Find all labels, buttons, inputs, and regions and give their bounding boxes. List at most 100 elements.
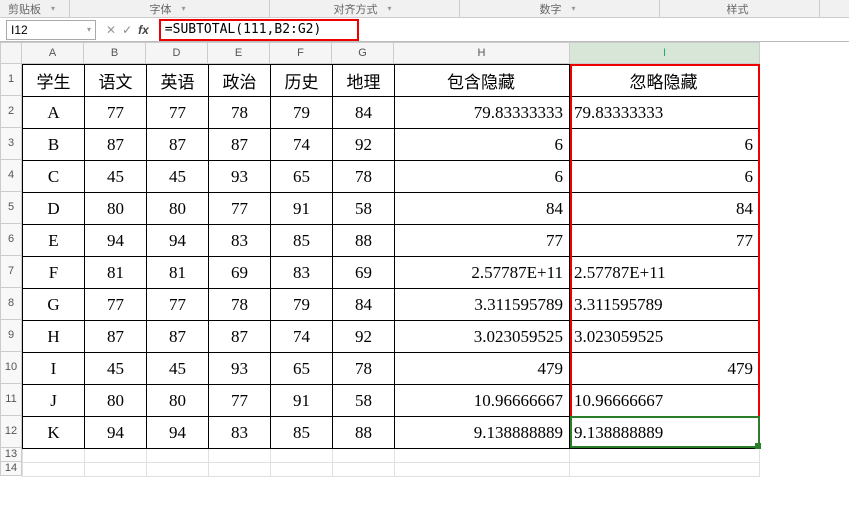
cell[interactable] — [395, 463, 570, 477]
formula-input[interactable] — [165, 22, 353, 37]
cell[interactable] — [333, 449, 395, 463]
cell[interactable]: 85 — [271, 417, 333, 449]
cell[interactable]: 94 — [147, 417, 209, 449]
name-box[interactable]: I12 ▾ — [6, 20, 96, 40]
cell[interactable]: 45 — [85, 353, 147, 385]
cell[interactable]: 83 — [209, 417, 271, 449]
cell[interactable]: 10.96666667 — [395, 385, 570, 417]
cell[interactable]: 79.83333333 — [395, 97, 570, 129]
cell[interactable]: 87 — [209, 129, 271, 161]
cell[interactable]: F — [23, 257, 85, 289]
cell[interactable]: 学生 — [23, 65, 85, 97]
cell[interactable]: 93 — [209, 161, 271, 193]
cell[interactable]: 79 — [271, 97, 333, 129]
col-header-A[interactable]: A — [22, 42, 84, 64]
cell[interactable] — [85, 463, 147, 477]
row-header-6[interactable]: 6 — [0, 224, 22, 256]
cell[interactable]: 479 — [395, 353, 570, 385]
cell[interactable] — [271, 463, 333, 477]
cell[interactable] — [23, 449, 85, 463]
cell[interactable]: 74 — [271, 321, 333, 353]
cell[interactable]: 77 — [147, 97, 209, 129]
cell[interactable]: 3.311595789 — [395, 289, 570, 321]
cell[interactable]: 77 — [85, 97, 147, 129]
grid[interactable]: 学生 语文 英语 政治 历史 地理 包含隐藏 忽略隐藏 A77777879847… — [22, 64, 760, 477]
cell[interactable]: H — [23, 321, 85, 353]
cell[interactable]: 92 — [333, 321, 395, 353]
cell[interactable]: 81 — [85, 257, 147, 289]
cell[interactable]: 58 — [333, 385, 395, 417]
cell[interactable] — [147, 449, 209, 463]
cell[interactable]: 地理 — [333, 65, 395, 97]
row-header-9[interactable]: 9 — [0, 320, 22, 352]
cell[interactable]: 英语 — [147, 65, 209, 97]
cell[interactable]: 忽略隐藏 — [570, 65, 760, 97]
cell[interactable]: 69 — [333, 257, 395, 289]
cell[interactable]: 包含隐藏 — [395, 65, 570, 97]
cell[interactable]: D — [23, 193, 85, 225]
cell[interactable]: 87 — [147, 129, 209, 161]
cell[interactable] — [85, 449, 147, 463]
row-header-3[interactable]: 3 — [0, 128, 22, 160]
col-header-F[interactable]: F — [270, 42, 332, 64]
cell[interactable]: 80 — [147, 193, 209, 225]
col-header-E[interactable]: E — [208, 42, 270, 64]
chevron-down-icon[interactable]: ▾ — [51, 4, 55, 13]
cell[interactable]: 45 — [147, 353, 209, 385]
col-header-D[interactable]: D — [146, 42, 208, 64]
cell[interactable]: 77 — [85, 289, 147, 321]
cell[interactable]: 80 — [85, 193, 147, 225]
row-header-11[interactable]: 11 — [0, 384, 22, 416]
select-all-corner[interactable] — [0, 42, 22, 64]
cell[interactable] — [147, 463, 209, 477]
cell[interactable]: 45 — [85, 161, 147, 193]
chevron-down-icon[interactable]: ▾ — [87, 25, 91, 34]
cell[interactable]: 87 — [85, 129, 147, 161]
col-header-B[interactable]: B — [84, 42, 146, 64]
cell[interactable]: 2.57787E+11 — [570, 257, 760, 289]
row-header-5[interactable]: 5 — [0, 192, 22, 224]
cell[interactable]: 84 — [570, 193, 760, 225]
cell[interactable]: 83 — [209, 225, 271, 257]
cell[interactable]: 88 — [333, 417, 395, 449]
col-header-G[interactable]: G — [332, 42, 394, 64]
col-header-I[interactable]: I — [570, 42, 760, 64]
cell[interactable]: 87 — [209, 321, 271, 353]
cell[interactable]: 58 — [333, 193, 395, 225]
row-header-4[interactable]: 4 — [0, 160, 22, 192]
cell[interactable]: C — [23, 161, 85, 193]
cell[interactable]: 84 — [333, 97, 395, 129]
cell[interactable]: 77 — [147, 289, 209, 321]
cell[interactable]: 78 — [209, 289, 271, 321]
cell[interactable]: 3.023059525 — [570, 321, 760, 353]
cell[interactable]: A — [23, 97, 85, 129]
cell[interactable] — [209, 449, 271, 463]
cell[interactable]: 78 — [333, 353, 395, 385]
ribbon-group-clipboard[interactable]: 剪贴板▾ — [0, 0, 70, 17]
cell[interactable]: 93 — [209, 353, 271, 385]
cell[interactable]: B — [23, 129, 85, 161]
cell[interactable]: 65 — [271, 353, 333, 385]
ribbon-group-styles[interactable]: 样式 — [660, 0, 820, 17]
cell[interactable] — [271, 449, 333, 463]
cancel-icon[interactable]: ✕ — [106, 23, 116, 37]
cell[interactable]: 9.138888889 — [395, 417, 570, 449]
cell[interactable]: 语文 — [85, 65, 147, 97]
cell[interactable]: 80 — [147, 385, 209, 417]
cell[interactable]: 92 — [333, 129, 395, 161]
cell[interactable]: 83 — [271, 257, 333, 289]
cell[interactable]: I — [23, 353, 85, 385]
col-header-H[interactable]: H — [394, 42, 570, 64]
cell[interactable]: 3.023059525 — [395, 321, 570, 353]
cell[interactable]: 479 — [570, 353, 760, 385]
cell[interactable]: 80 — [85, 385, 147, 417]
ribbon-group-font[interactable]: 字体▾ — [70, 0, 270, 17]
row-header-7[interactable]: 7 — [0, 256, 22, 288]
cell[interactable]: 87 — [85, 321, 147, 353]
cell[interactable]: 69 — [209, 257, 271, 289]
row-header-10[interactable]: 10 — [0, 352, 22, 384]
cell[interactable]: 79.83333333 — [570, 97, 760, 129]
cell[interactable]: 政治 — [209, 65, 271, 97]
cell[interactable]: J — [23, 385, 85, 417]
cell[interactable]: 84 — [333, 289, 395, 321]
